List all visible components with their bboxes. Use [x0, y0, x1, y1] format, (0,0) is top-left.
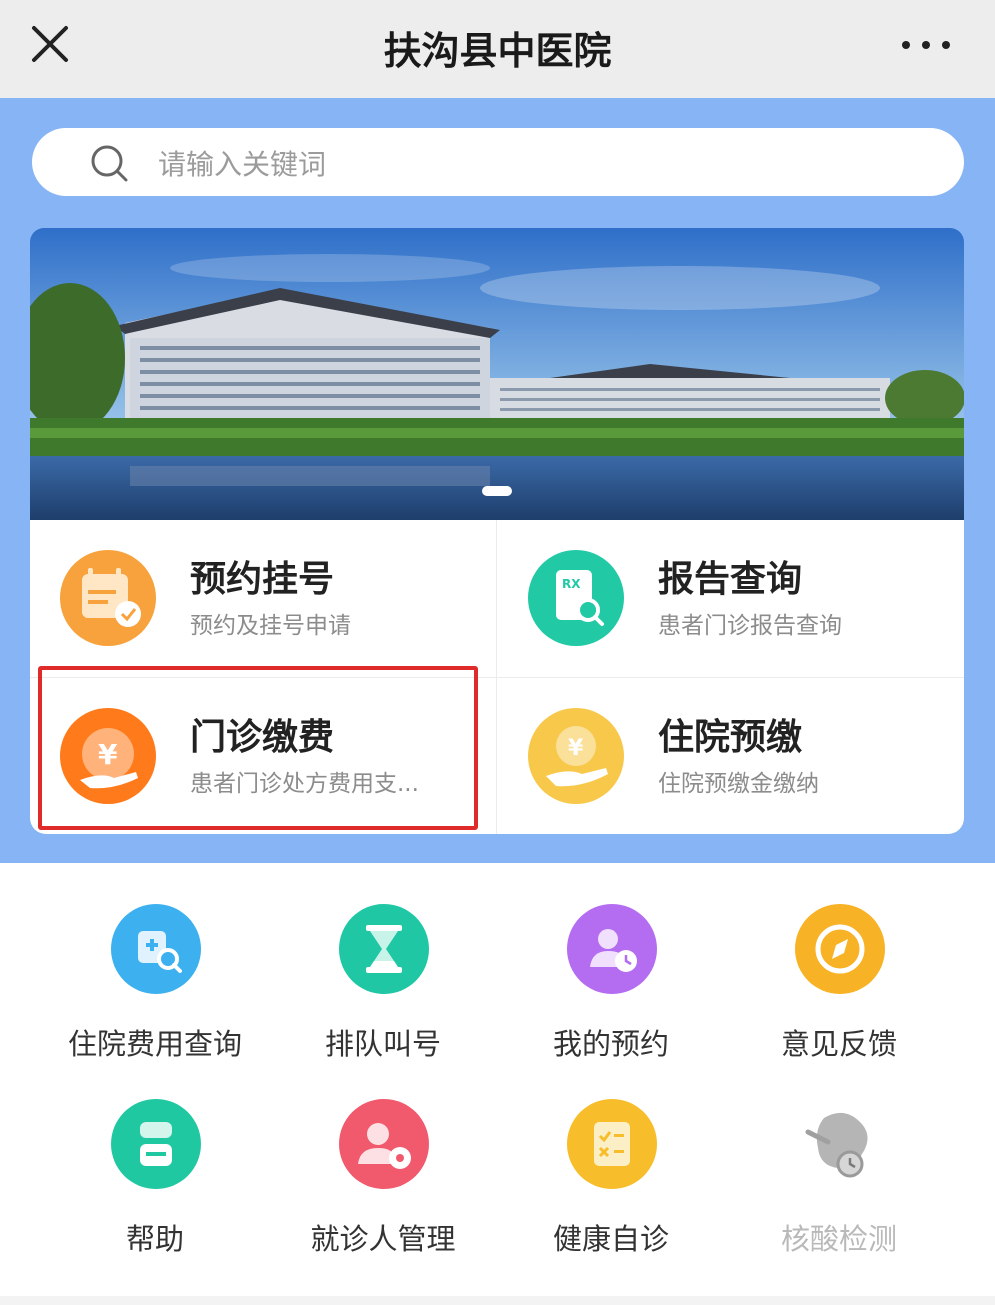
menu-item-inpatient-fee-query[interactable]: 住院费用查询 — [40, 903, 270, 1083]
inpatient-prepay-card[interactable]: ¥ 住院预缴 住院预缴金缴纳 — [498, 678, 964, 835]
menu-label: 健康自诊 — [552, 1222, 669, 1256]
user-gear-icon — [339, 1099, 429, 1189]
svg-text:¥: ¥ — [568, 736, 584, 761]
more-button[interactable] — [898, 30, 954, 60]
yen-coin-hand-icon: ¥ — [528, 708, 624, 804]
rx-report-icon: RX — [528, 550, 624, 646]
svg-text:RX: RX — [562, 577, 581, 591]
medical-search-icon — [111, 904, 201, 994]
menu-item-my-appointments[interactable]: 我的预约 — [496, 903, 726, 1083]
hourglass-icon — [339, 904, 429, 994]
service-title: 住院预缴 — [658, 717, 803, 758]
search-input[interactable]: 请输入关键词 — [32, 128, 964, 196]
menu-label: 排队叫号 — [324, 1027, 441, 1061]
menu-item-nucleic-acid-test[interactable]: 核酸检测 — [724, 1098, 954, 1278]
menu-label: 住院费用查询 — [67, 1027, 242, 1061]
menu-item-help[interactable]: 帮助 — [40, 1098, 270, 1278]
menu-item-feedback[interactable]: 意见反馈 — [724, 903, 954, 1083]
virus-test-icon — [805, 1112, 868, 1178]
hero-section: 请输入关键词 预约挂号 预约及挂号申请 RX 报告查询 患者门诊报告查询 ¥ 门… — [0, 98, 995, 863]
menu-label: 我的预约 — [552, 1027, 669, 1061]
menu-label: 帮助 — [125, 1222, 184, 1256]
compass-icon — [795, 904, 885, 994]
bottom-divider — [0, 1296, 995, 1305]
help-list-icon — [111, 1099, 201, 1189]
checklist-icon — [567, 1099, 657, 1189]
menu-item-queue-number[interactable]: 排队叫号 — [268, 903, 498, 1083]
service-subtitle: 预约及挂号申请 — [190, 613, 351, 639]
hospital-banner[interactable] — [30, 228, 964, 520]
slide-indicator[interactable] — [482, 486, 512, 496]
top-bar: 扶沟县中医院 — [0, 0, 995, 98]
page-title: 扶沟县中医院 — [383, 29, 612, 73]
menu-label: 意见反馈 — [780, 1027, 897, 1061]
service-subtitle: 患者门诊报告查询 — [658, 613, 842, 639]
user-clock-icon — [567, 904, 657, 994]
menu-label: 就诊人管理 — [310, 1222, 456, 1256]
hospital-building-photo — [30, 228, 964, 520]
report-query-card[interactable]: RX 报告查询 患者门诊报告查询 — [498, 520, 964, 677]
search-placeholder: 请输入关键词 — [158, 148, 327, 181]
appointment-register-card[interactable]: 预约挂号 预约及挂号申请 — [30, 520, 496, 677]
more-dots-icon — [902, 41, 910, 49]
service-subtitle: 住院预缴金缴纳 — [658, 771, 819, 797]
service-title: 预约挂号 — [190, 559, 335, 600]
menu-item-health-self-diagnosis[interactable]: 健康自诊 — [496, 1098, 726, 1278]
quick-services-card: 预约挂号 预约及挂号申请 RX 报告查询 患者门诊报告查询 ¥ 门诊缴费 患者门… — [30, 520, 964, 834]
search-icon — [91, 145, 128, 182]
highlight-box — [38, 666, 478, 830]
service-title: 报告查询 — [658, 559, 803, 600]
menu-label: 核酸检测 — [780, 1222, 897, 1256]
calendar-check-icon — [60, 550, 156, 646]
menu-item-patient-management[interactable]: 就诊人管理 — [268, 1098, 498, 1278]
